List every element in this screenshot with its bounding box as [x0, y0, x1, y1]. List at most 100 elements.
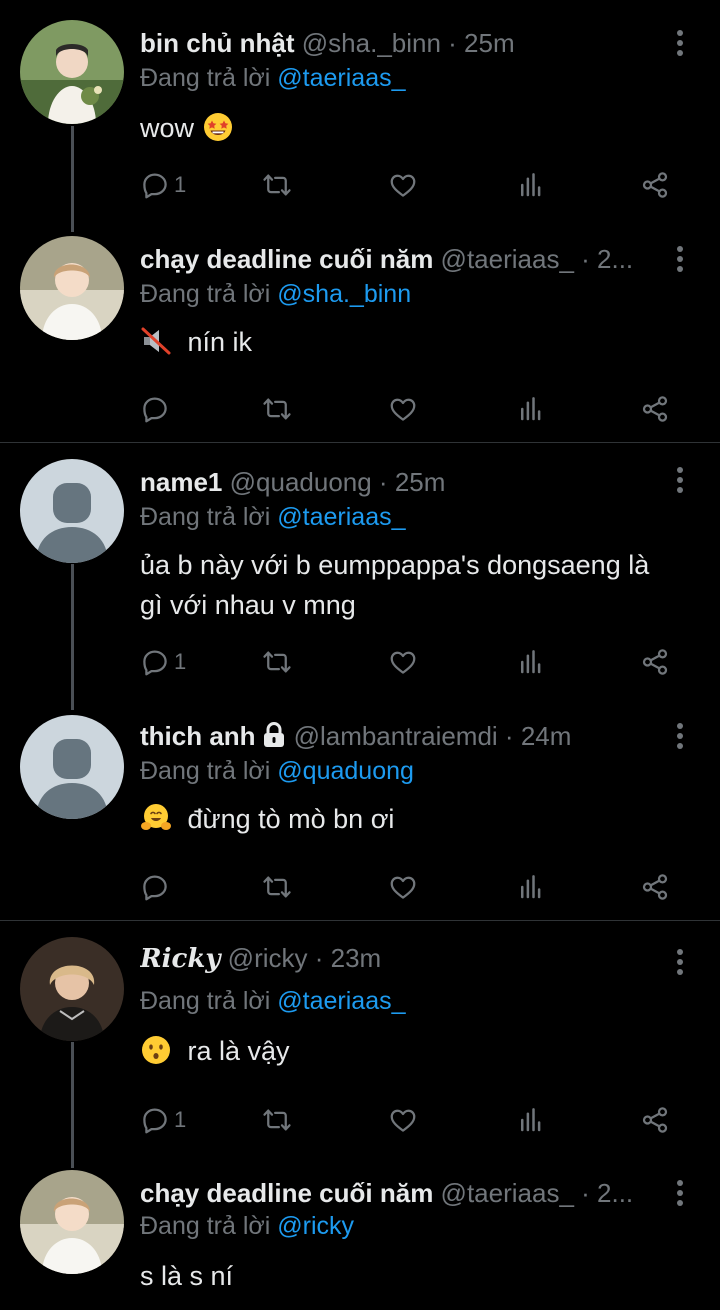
user-handle[interactable]: @lambantraiemdi [294, 721, 498, 751]
tweet[interactable]: Ricky @ricky · 23m Đang trả lời @taeriaa… [0, 921, 720, 1166]
hugging-face-emoji-icon [141, 804, 171, 830]
retweet-button[interactable] [262, 870, 292, 904]
tweet-header: thich anh @lambantraiemdi · 24m [140, 719, 660, 753]
views-button[interactable] [516, 1103, 546, 1137]
tweet[interactable]: bin chủ nhật @sha._binn · 25m Đang trả l… [0, 0, 720, 230]
display-name[interactable]: chạy deadline cuối năm [140, 1178, 433, 1208]
share-button[interactable] [640, 392, 670, 426]
tweet[interactable]: name1 @quaduong · 25m Đang trả lời @taer… [0, 443, 720, 709]
views-button[interactable] [516, 168, 546, 202]
views-button[interactable] [516, 392, 546, 426]
display-name[interactable]: bin chủ nhật [140, 28, 295, 58]
tweet-text: s là s ní [140, 1256, 700, 1296]
like-button[interactable] [388, 870, 418, 904]
like-button[interactable] [388, 168, 418, 202]
views-button[interactable] [516, 645, 546, 679]
reply-icon [140, 1105, 170, 1135]
mention-link[interactable]: @sha._binn [277, 280, 411, 308]
more-icon[interactable] [674, 467, 686, 497]
user-handle[interactable]: @taeriaas_ [441, 244, 574, 274]
views-button[interactable] [516, 870, 546, 904]
tweet-header: chạy deadline cuối năm @taeriaas_ · 2... [140, 242, 660, 276]
like-icon [388, 170, 418, 200]
replying-to: Đang trả lời @taeriaas_ [140, 501, 406, 533]
display-name[interactable]: chạy deadline cuối năm [140, 244, 433, 274]
separator-dot: · [573, 244, 598, 274]
reply-count: 1 [174, 649, 187, 674]
timestamp[interactable]: 25m [395, 467, 446, 497]
avatar[interactable] [20, 459, 124, 563]
share-button[interactable] [640, 645, 670, 679]
tweet-header: bin chủ nhật @sha._binn · 25m [140, 26, 660, 60]
timestamp[interactable]: 2... [597, 244, 633, 274]
reply-button[interactable] [140, 392, 174, 426]
like-button[interactable] [388, 392, 418, 426]
retweet-icon [262, 170, 292, 200]
replying-to: Đang trả lời @quaduong [140, 755, 414, 787]
replying-to: Đang trả lời @ricky [140, 1210, 354, 1242]
timestamp[interactable]: 25m [464, 28, 515, 58]
views-icon [516, 872, 546, 902]
reply-button[interactable]: 1 [140, 168, 186, 202]
like-icon [388, 394, 418, 424]
reply-button[interactable] [140, 870, 174, 904]
views-icon [516, 647, 546, 677]
share-button[interactable] [640, 168, 670, 202]
mention-link[interactable]: @ricky [277, 1212, 354, 1240]
tweet[interactable]: chạy deadline cuối năm @taeriaas_ · 2...… [0, 230, 720, 442]
user-handle[interactable]: @sha._binn [302, 28, 441, 58]
action-bar: 1 [140, 645, 690, 679]
more-icon[interactable] [674, 246, 686, 276]
more-icon[interactable] [674, 30, 686, 60]
tweet[interactable]: thich anh @lambantraiemdi · 24m Đang trả … [0, 709, 720, 920]
retweet-button[interactable] [262, 645, 292, 679]
like-button[interactable] [388, 1103, 418, 1137]
mention-link[interactable]: @quaduong [277, 757, 414, 785]
display-name[interactable]: name1 [140, 467, 222, 497]
lock-icon [263, 722, 284, 747]
reply-button[interactable]: 1 [140, 645, 186, 679]
share-button[interactable] [640, 1103, 670, 1137]
replying-to-label: Đang trả lời [140, 280, 271, 308]
tweet-text: wow [140, 108, 700, 148]
share-icon [640, 647, 670, 677]
reply-button[interactable]: 1 [140, 1103, 186, 1137]
more-icon[interactable] [674, 723, 686, 753]
display-name[interactable]: Ricky [140, 944, 220, 974]
tweet-header: chạy deadline cuối năm @taeriaas_ · 2... [140, 1176, 660, 1210]
more-icon[interactable] [674, 949, 686, 979]
avatar[interactable] [20, 236, 124, 340]
replying-to-label: Đang trả lời [140, 503, 271, 531]
like-button[interactable] [388, 645, 418, 679]
retweet-button[interactable] [262, 392, 292, 426]
reply-icon [140, 170, 170, 200]
tweet-text-content: nín ik [187, 327, 253, 357]
retweet-button[interactable] [262, 1103, 292, 1137]
mention-link[interactable]: @taeriaas_ [277, 987, 405, 1015]
avatar[interactable] [20, 937, 124, 1041]
replying-to-label: Đang trả lời [140, 1212, 271, 1240]
reply-count: 1 [174, 1107, 187, 1132]
user-handle[interactable]: @taeriaas_ [441, 1178, 574, 1208]
tweet-header: name1 @quaduong · 25m [140, 465, 660, 499]
avatar[interactable] [20, 20, 124, 124]
retweet-icon [262, 872, 292, 902]
reply-count: 1 [174, 172, 187, 197]
mention-link[interactable]: @taeriaas_ [277, 64, 405, 92]
timestamp[interactable]: 23m [331, 943, 382, 973]
avatar[interactable] [20, 1170, 124, 1274]
display-name[interactable]: thich anh [140, 721, 256, 751]
timestamp[interactable]: 2... [597, 1178, 633, 1208]
retweet-button[interactable] [262, 168, 292, 202]
user-handle[interactable]: @quaduong [230, 467, 372, 497]
user-handle[interactable]: @ricky [228, 943, 308, 973]
more-icon[interactable] [674, 1180, 686, 1210]
timestamp[interactable]: 24m [521, 721, 572, 751]
share-button[interactable] [640, 870, 670, 904]
separator-dot: · [371, 467, 395, 497]
tweet-text: ủa b này với b eumppappa's dongsaeng là … [140, 545, 700, 625]
avatar[interactable] [20, 715, 124, 819]
tweet-header: Ricky @ricky · 23m [140, 941, 660, 975]
mention-link[interactable]: @taeriaas_ [277, 503, 405, 531]
tweet[interactable]: chạy deadline cuối năm @taeriaas_ · 2...… [0, 1166, 720, 1310]
